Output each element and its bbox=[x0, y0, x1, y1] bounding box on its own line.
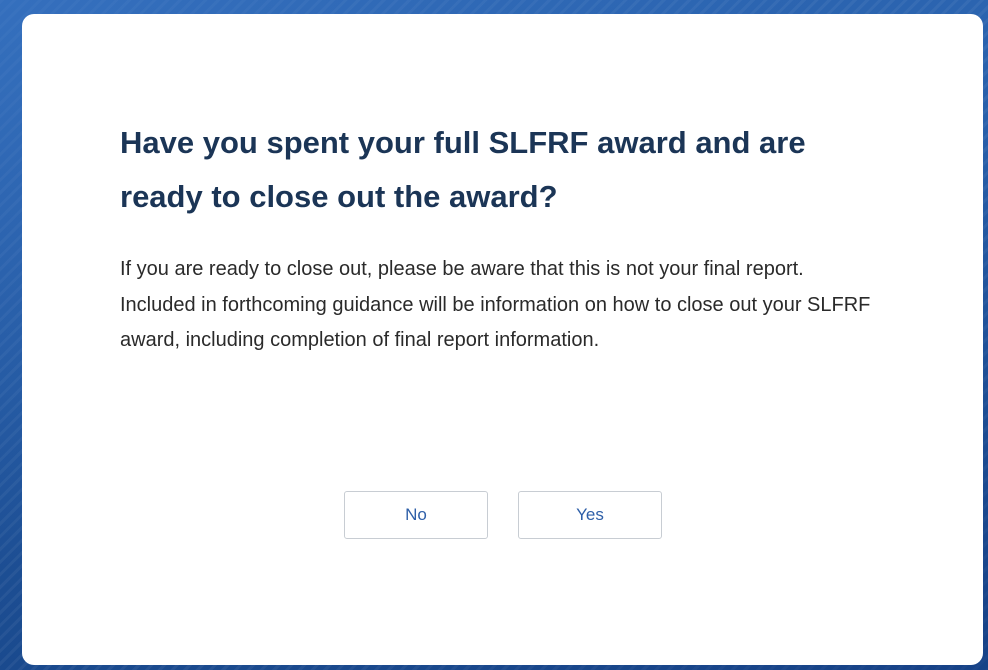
dialog-message: If you are ready to close out, please be… bbox=[120, 258, 871, 351]
no-button[interactable]: No bbox=[344, 491, 488, 539]
dialog-title: Have you spent your full SLFRF award and… bbox=[120, 125, 806, 214]
yes-button[interactable]: Yes bbox=[518, 491, 662, 539]
closeout-dialog: Have you spent your full SLFRF award and… bbox=[22, 14, 983, 665]
dialog-actions: No Yes bbox=[344, 491, 662, 539]
